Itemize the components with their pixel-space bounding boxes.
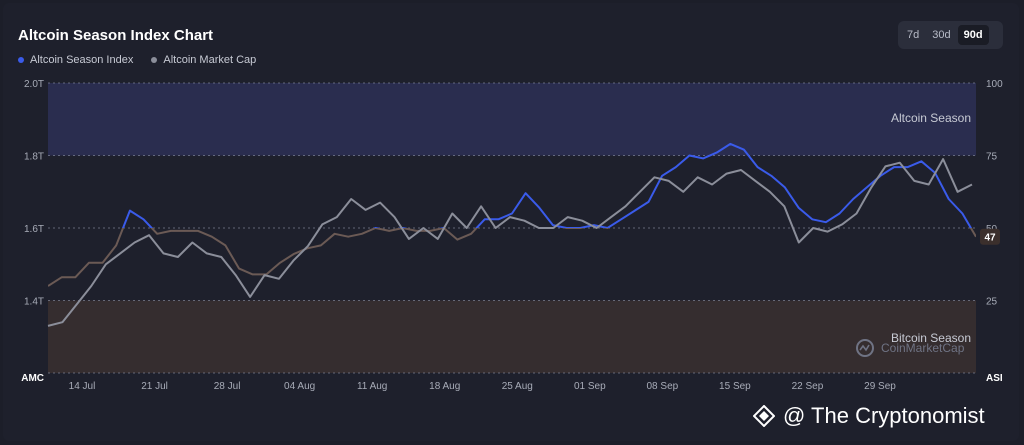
x-axis-tick-label: 14 Jul — [69, 381, 96, 392]
altcoin-season-label: Altcoin Season — [891, 111, 971, 125]
bitcoin-season-zone — [48, 300, 976, 373]
x-axis-tick-label: 08 Sep — [647, 381, 679, 392]
left-axis-tick-label: 1.4T — [24, 297, 44, 308]
cryptonomist-watermark: @ The Cryptonomist — [753, 403, 985, 429]
right-axis-tick-label: 100 — [986, 79, 1003, 90]
chart-plot: 2.0T1.8T1.6T1.4TAMC100755025ASI14 Jul21 … — [21, 79, 1003, 392]
x-axis-tick-label: 11 Aug — [357, 381, 387, 392]
x-axis-tick-label: 29 Sep — [864, 381, 896, 392]
coinmarketcap-text: CoinMarketCap — [881, 341, 965, 355]
x-axis-tick-label: 04 Aug — [284, 381, 315, 392]
right-axis-tick-label: 25 — [986, 297, 998, 308]
x-axis-tick-label: 15 Sep — [719, 381, 751, 392]
x-axis-tick-label: 22 Sep — [792, 381, 824, 392]
x-axis-tick-label: 18 Aug — [429, 381, 460, 392]
x-axis-tick-label: 21 Jul — [141, 381, 168, 392]
altcoin-season-zone — [48, 83, 976, 156]
asi-line-above — [121, 142, 973, 228]
x-axis-tick-label: 25 Aug — [502, 381, 533, 392]
left-axis-tick-label: 1.6T — [24, 224, 44, 235]
x-axis-tick-label: 01 Sep — [574, 381, 606, 392]
watermark-text: @ The Cryptonomist — [783, 403, 985, 428]
x-axis-tick-label: 28 Jul — [214, 381, 241, 392]
right-axis-label: ASI — [986, 373, 1003, 384]
coinmarketcap-watermark: CoinMarketCap — [855, 338, 964, 358]
current-index-value: 47 — [984, 233, 996, 244]
left-axis-label: AMC — [21, 373, 44, 384]
left-axis-tick-label: 1.8T — [24, 152, 44, 163]
left-axis-tick-label: 2.0T — [24, 79, 44, 90]
diamond-logo-icon — [753, 405, 775, 427]
coinmarketcap-logo-icon — [856, 339, 874, 357]
right-axis-tick-label: 75 — [986, 152, 998, 163]
